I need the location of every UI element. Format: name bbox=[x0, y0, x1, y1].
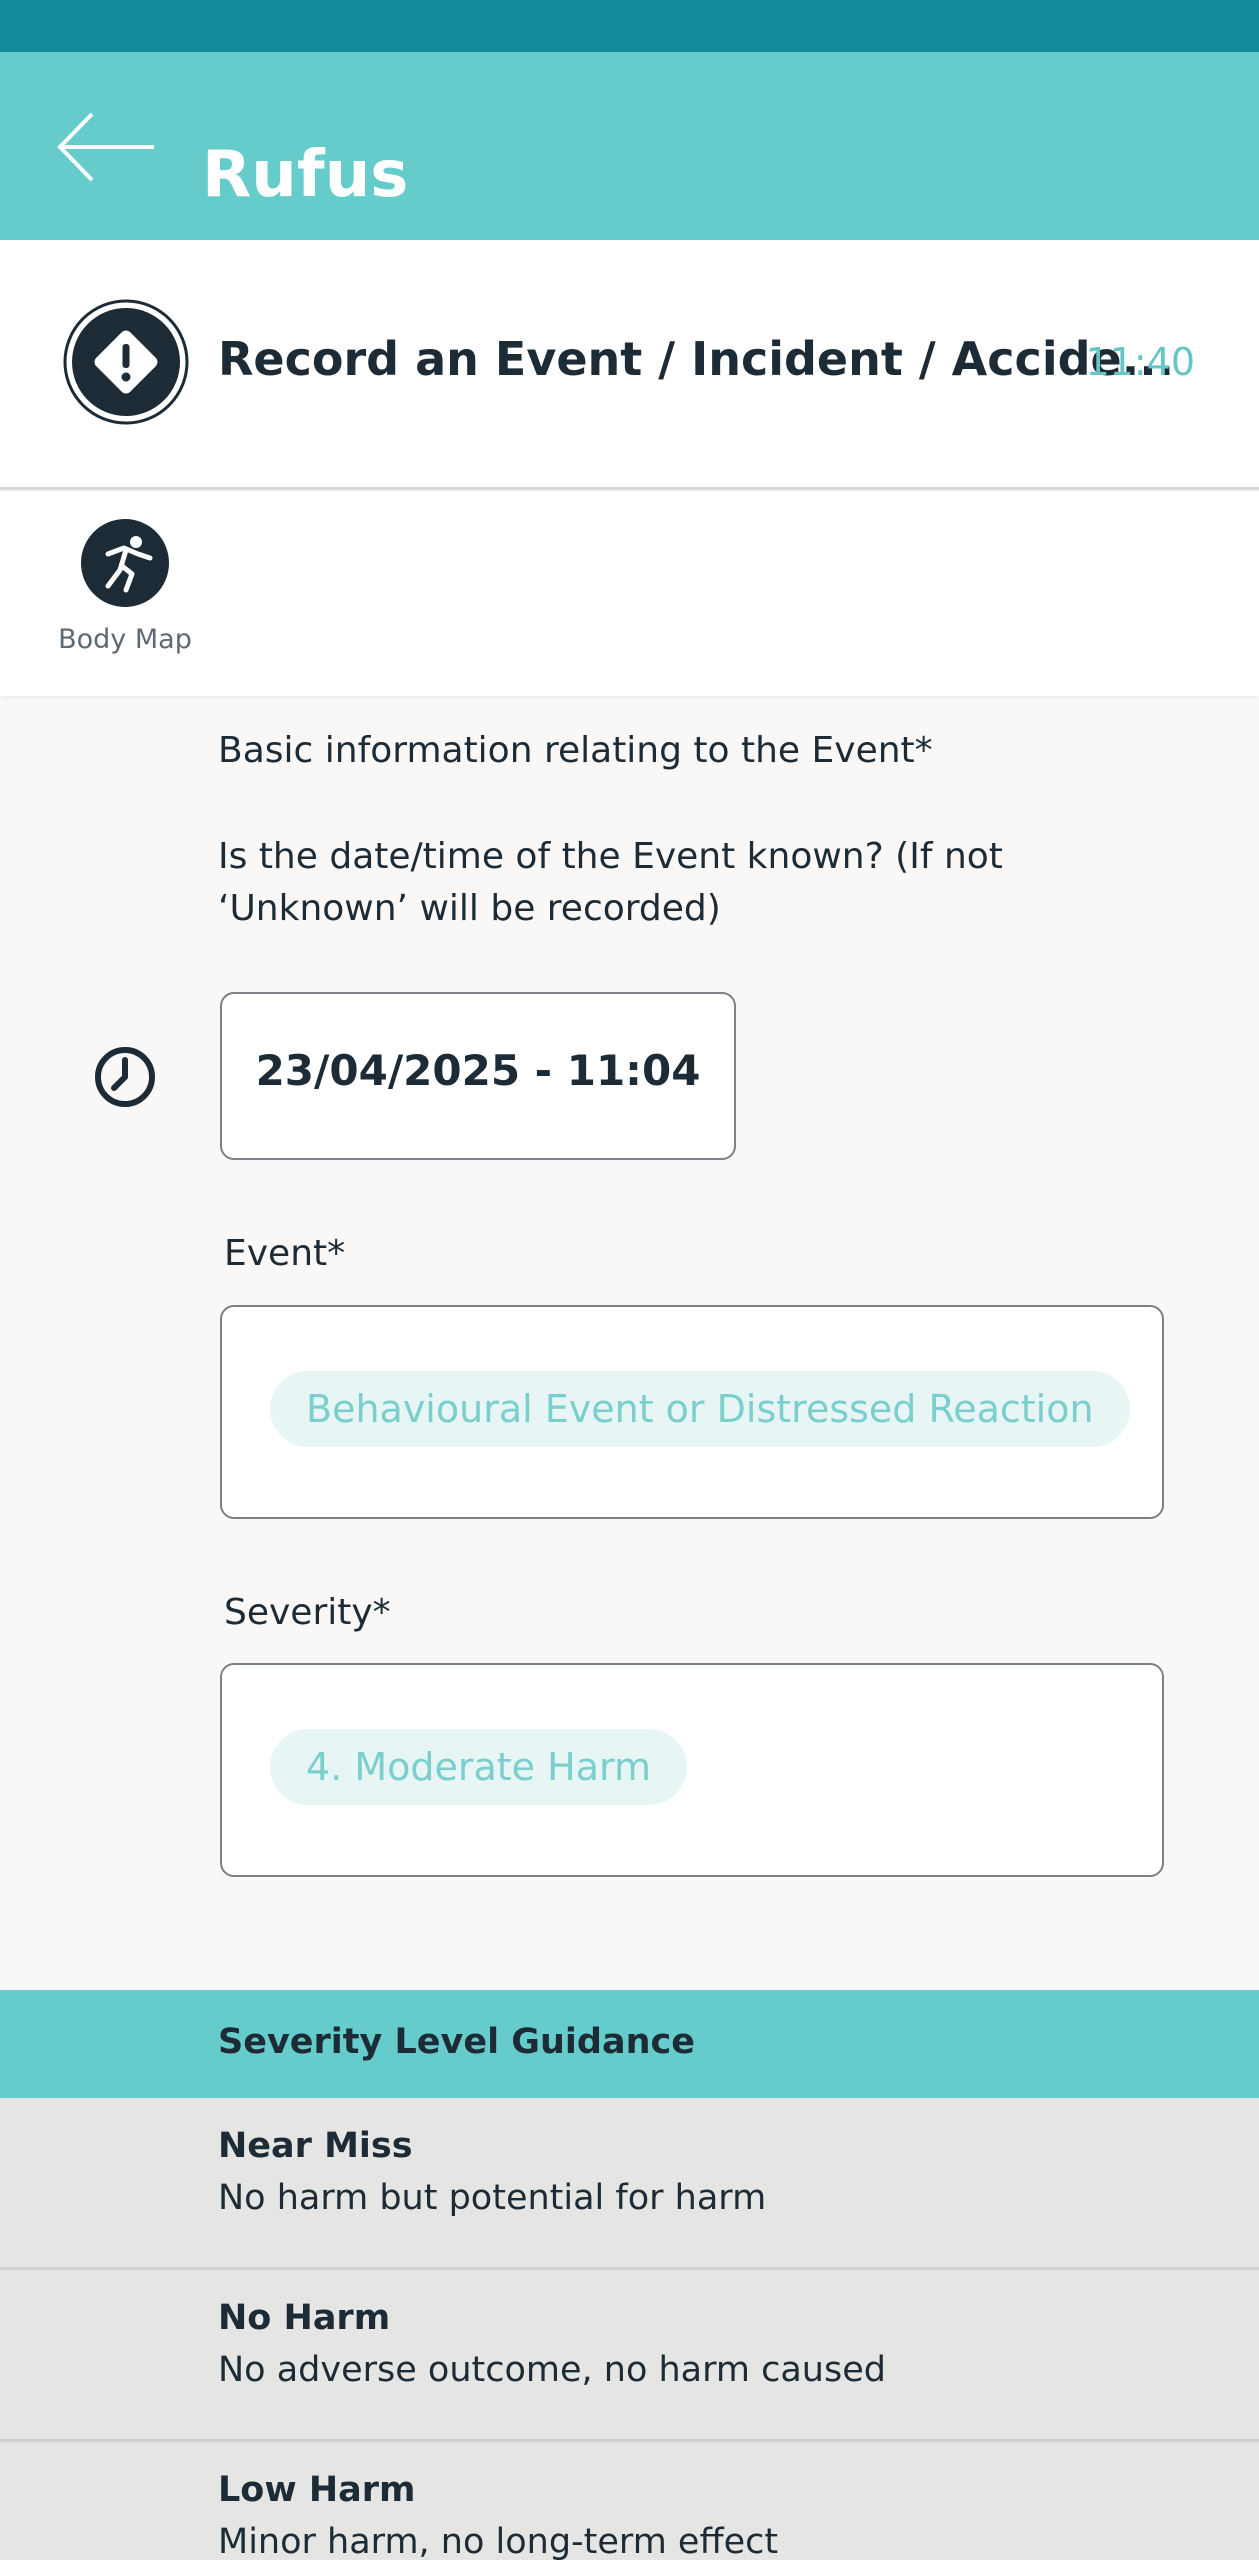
body-map-button[interactable]: Body Map bbox=[52, 518, 198, 668]
guidance-item-description: No adverse outcome, no harm caused bbox=[218, 2350, 886, 2390]
tools-row: Body Map bbox=[0, 492, 1259, 696]
guidance-item-title: No Harm bbox=[218, 2298, 391, 2338]
datetime-picker[interactable]: 23/04/2025 - 11:04 bbox=[220, 992, 736, 1160]
guidance-item-title: Low Harm bbox=[218, 2470, 416, 2510]
severity-label: Severity* bbox=[224, 1592, 391, 1633]
status-bar bbox=[0, 0, 1259, 52]
warning-diamond-icon bbox=[63, 299, 189, 425]
severity-chip: 4. Moderate Harm bbox=[270, 1729, 687, 1805]
back-button[interactable] bbox=[56, 104, 160, 190]
event-chip: Behavioural Event or Distressed Reaction bbox=[270, 1371, 1130, 1447]
body-map-label: Body Map bbox=[58, 624, 192, 655]
record-title: Record an Event / Incident / Accide... bbox=[218, 332, 1175, 386]
list-item: Near Miss No harm but potential for harm bbox=[0, 2098, 1259, 2270]
guidance-item-description: No harm but potential for harm bbox=[218, 2178, 767, 2218]
severity-guidance-header: Severity Level Guidance bbox=[0, 1990, 1259, 2098]
list-item: No Harm No adverse outcome, no harm caus… bbox=[0, 2270, 1259, 2442]
clock-icon bbox=[95, 1047, 155, 1107]
guidance-title: Severity Level Guidance bbox=[218, 2022, 695, 2062]
app-header: Rufus bbox=[0, 52, 1259, 240]
page-title: Rufus bbox=[202, 138, 409, 212]
guidance-item-title: Near Miss bbox=[218, 2126, 413, 2166]
date-question-line1: Is the date/time of the Event known? (If… bbox=[218, 836, 1003, 877]
event-label: Event* bbox=[224, 1233, 346, 1274]
severity-select[interactable]: 4. Moderate Harm bbox=[220, 1663, 1164, 1877]
date-question-line2: ‘Unknown’ will be recorded) bbox=[218, 888, 721, 929]
body-map-icon bbox=[81, 519, 169, 607]
arrow-left-icon bbox=[57, 112, 154, 182]
record-time: 11:40 bbox=[1085, 340, 1195, 384]
event-select[interactable]: Behavioural Event or Distressed Reaction bbox=[220, 1305, 1164, 1519]
severity-guidance-list: Near Miss No harm but potential for harm… bbox=[0, 2098, 1259, 2560]
record-card: Record an Event / Incident / Accide... 1… bbox=[0, 240, 1259, 490]
list-item: Low Harm Minor harm, no long-term effect bbox=[0, 2442, 1259, 2560]
section-title: Basic information relating to the Event* bbox=[218, 730, 933, 771]
datetime-value: 23/04/2025 - 11:04 bbox=[255, 1046, 701, 1095]
guidance-item-description: Minor harm, no long-term effect bbox=[218, 2522, 779, 2560]
